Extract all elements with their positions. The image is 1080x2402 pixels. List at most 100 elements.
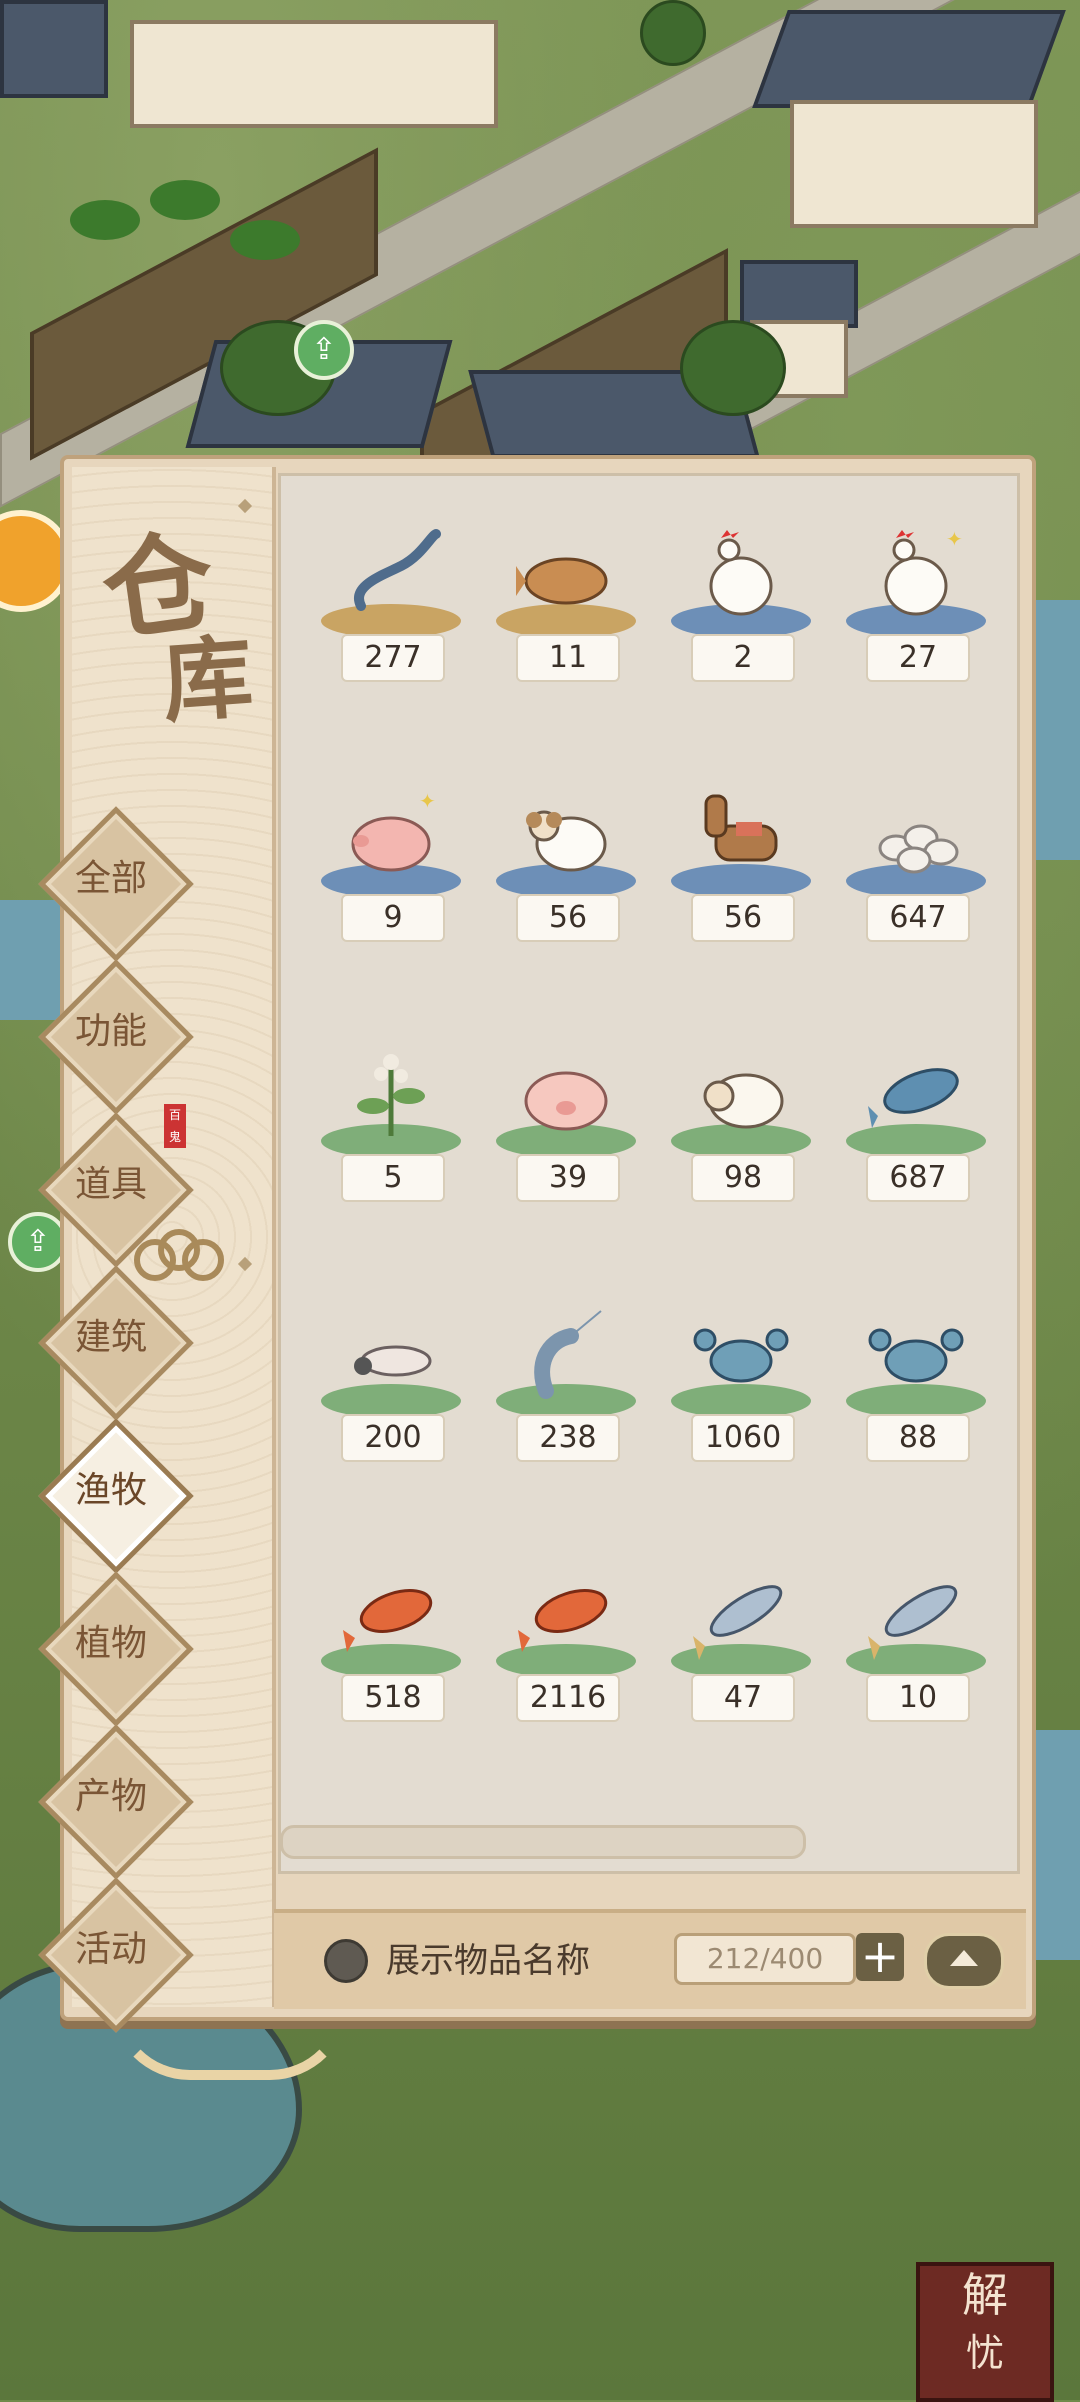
panel-footer: 展示物品名称 212/400 + [274, 1909, 1026, 2009]
item-count: 687 [866, 1154, 970, 1202]
inventory-slot[interactable]: 1060 [653, 1292, 829, 1472]
item-count: 88 [866, 1414, 970, 1462]
item-count: 98 [691, 1154, 795, 1202]
inventory-slot[interactable]: 11 [478, 512, 654, 692]
item-count: 200 [341, 1414, 445, 1462]
tab-label: 产物 [74, 1776, 147, 1817]
tab-label: 道具 [74, 1164, 147, 1205]
inventory-slot[interactable]: 687 [828, 1032, 1004, 1212]
tab-functions[interactable]: 功能 [36, 957, 194, 1115]
inventory-slot[interactable]: 2 [653, 512, 829, 692]
capacity-counter: 212/400 [674, 1933, 856, 1985]
crop [230, 220, 300, 260]
ram-icon [516, 786, 616, 880]
warehouse-title: 仓 库 [95, 497, 272, 736]
red-carp-icon [516, 1566, 616, 1660]
inventory-slot[interactable]: 2116 [478, 1552, 654, 1732]
inventory-slot[interactable]: 200 [303, 1292, 479, 1472]
item-count: 9 [341, 894, 445, 942]
house [130, 0, 500, 130]
inventory-slot[interactable]: 10 [828, 1552, 1004, 1732]
item-count: 56 [516, 894, 620, 942]
eel-icon [341, 526, 441, 620]
tree [640, 0, 706, 66]
tab-label: 植物 [74, 1623, 147, 1664]
tab-fishing-livestock[interactable]: 渔牧 [36, 1416, 194, 1574]
svg-text:✦: ✦ [419, 789, 436, 813]
inventory-slot[interactable]: ✦ 9 [303, 772, 479, 952]
item-count: 5 [341, 1154, 445, 1202]
upgrade-arrow-icon[interactable]: ⇪ [294, 320, 354, 380]
inventory-slot[interactable]: 277 [303, 512, 479, 692]
shrimp-icon [516, 1306, 616, 1400]
tab-label: 功能 [74, 1011, 147, 1052]
tree [680, 320, 786, 416]
crop [70, 200, 140, 240]
item-count: 11 [516, 634, 620, 682]
sparkly-pig-icon: ✦ [341, 786, 441, 880]
item-count: 238 [516, 1414, 620, 1462]
tab-buildings[interactable]: 建筑 [36, 1263, 194, 1421]
inventory-slot[interactable]: 238 [478, 1292, 654, 1472]
inventory-slot[interactable]: 98 [653, 1032, 829, 1212]
seal-char-1: 解 [962, 2268, 1008, 2322]
blue-crab-icon [866, 1306, 966, 1400]
horse-icon [691, 786, 791, 880]
tab-label: 建筑 [74, 1317, 147, 1358]
item-count: 518 [341, 1674, 445, 1722]
red-carp-icon [341, 1566, 441, 1660]
corner-seal-button[interactable]: 解 忧 [916, 2262, 1054, 2402]
inventory-slot[interactable]: 5 [303, 1032, 479, 1212]
tab-label: 渔牧 [74, 1470, 147, 1511]
svg-text:✦: ✦ [946, 527, 963, 551]
item-count: 647 [866, 894, 970, 942]
tassel-ornament [110, 1990, 350, 2080]
tab-items[interactable]: 道具 [36, 1110, 194, 1268]
item-count: 2 [691, 634, 795, 682]
inventory-slot[interactable]: 47 [653, 1552, 829, 1732]
tab-label: 全部 [74, 858, 147, 899]
inventory-slot[interactable]: ✦ 27 [828, 512, 1004, 692]
collapse-button[interactable] [924, 1933, 1004, 1989]
grouper-fish-icon [516, 526, 616, 620]
inventory-slot[interactable]: 647 [828, 772, 1004, 952]
tab-products[interactable]: 产物 [36, 1722, 194, 1880]
rooster-icon [691, 526, 791, 620]
eggs-icon [866, 786, 966, 880]
warehouse-panel: 仓 库 百鬼 全部 功能 道具 建筑 渔牧 植物 产物 活动 277 11 2 ✦ 27… [38, 455, 1036, 2033]
item-count: 10 [866, 1674, 970, 1722]
item-count: 47 [691, 1674, 795, 1722]
inventory-slot[interactable]: 518 [303, 1552, 479, 1732]
title-char-2: 库 [158, 623, 257, 736]
inventory-slot[interactable]: 56 [478, 772, 654, 952]
expand-capacity-button[interactable]: + [856, 1933, 904, 1981]
flower-plant-icon [341, 1046, 441, 1140]
tab-all[interactable]: 全部 [36, 804, 194, 962]
sparkly-rooster-icon: ✦ [866, 526, 966, 620]
silkworm-icon [341, 1306, 441, 1400]
item-count: 2116 [516, 1674, 620, 1722]
blue-fish-icon [866, 1046, 966, 1140]
grid-scrollbar[interactable] [280, 1825, 806, 1859]
item-count: 277 [341, 634, 445, 682]
seal-char-2: 忧 [965, 2331, 1004, 2375]
pig-icon [516, 1046, 616, 1140]
house [0, 0, 110, 150]
item-count: 27 [866, 634, 970, 682]
blue-crab-icon [691, 1306, 791, 1400]
inventory-slot[interactable]: 56 [653, 772, 829, 952]
tab-plants[interactable]: 植物 [36, 1569, 194, 1727]
item-count: 56 [691, 894, 795, 942]
silver-fish-icon [866, 1566, 966, 1660]
sheep-icon [691, 1046, 791, 1140]
silver-fish-icon [691, 1566, 791, 1660]
show-names-toggle[interactable] [324, 1939, 368, 1983]
house [752, 10, 1070, 230]
inventory-slot[interactable]: 88 [828, 1292, 1004, 1472]
inventory-slot[interactable]: 39 [478, 1032, 654, 1212]
crop [150, 180, 220, 220]
item-grid: 277 11 2 ✦ 27 ✦ 9 56 56 647 5 39 98 687 200 238 1060 88 51… [278, 473, 1020, 1874]
item-count: 39 [516, 1154, 620, 1202]
item-count: 1060 [691, 1414, 795, 1462]
show-names-label: 展示物品名称 [386, 1941, 590, 1981]
